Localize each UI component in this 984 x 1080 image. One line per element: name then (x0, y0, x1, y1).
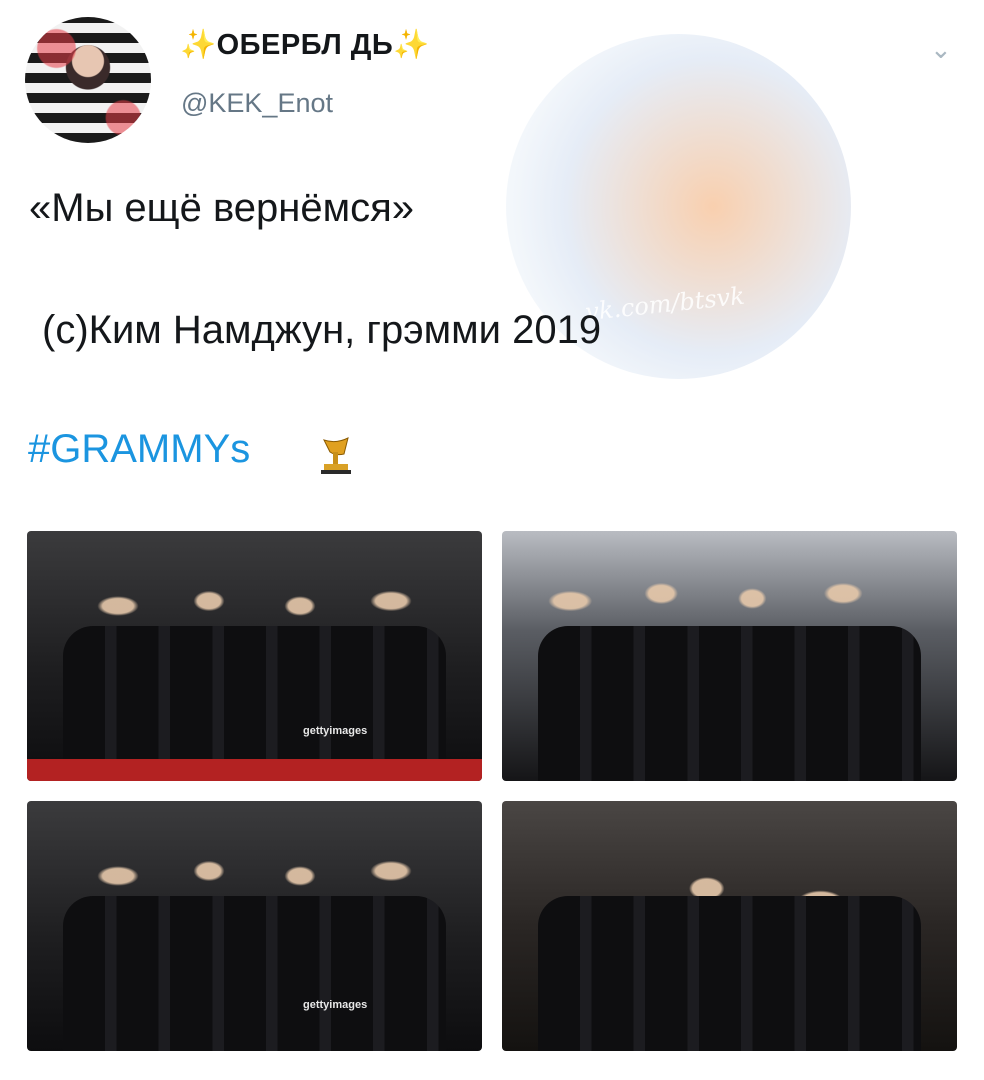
photo-content (538, 896, 921, 1051)
chevron-down-icon[interactable]: ⌄ (930, 34, 952, 65)
media-photo-2[interactable] (502, 531, 957, 781)
hashtag-link[interactable]: #GRAMMYs (28, 427, 250, 472)
photo-carpet (27, 759, 482, 781)
media-photo-1[interactable]: gettyimages (27, 531, 482, 781)
photo-credit: gettyimages (303, 725, 368, 737)
photo-content (538, 626, 921, 781)
author-handle[interactable]: @KEK_Enot (181, 88, 333, 119)
tweet-text-line-2: (с)Ким Намджун, грэмми 2019 (42, 308, 602, 352)
photo-content (63, 896, 446, 1051)
media-photo-3[interactable]: gettyimages (27, 801, 482, 1051)
author-avatar[interactable] (25, 17, 151, 143)
author-display-name[interactable]: ✨ОБЕРБЛ ДЬ✨ (180, 28, 430, 62)
photo-content (63, 626, 446, 781)
photo-credit: gettyimages (303, 999, 368, 1011)
media-photo-4[interactable] (502, 801, 957, 1051)
tweet-text-line-1: «Мы ещё вернёмся» (29, 186, 414, 230)
gramophone-trophy-icon (321, 437, 351, 474)
